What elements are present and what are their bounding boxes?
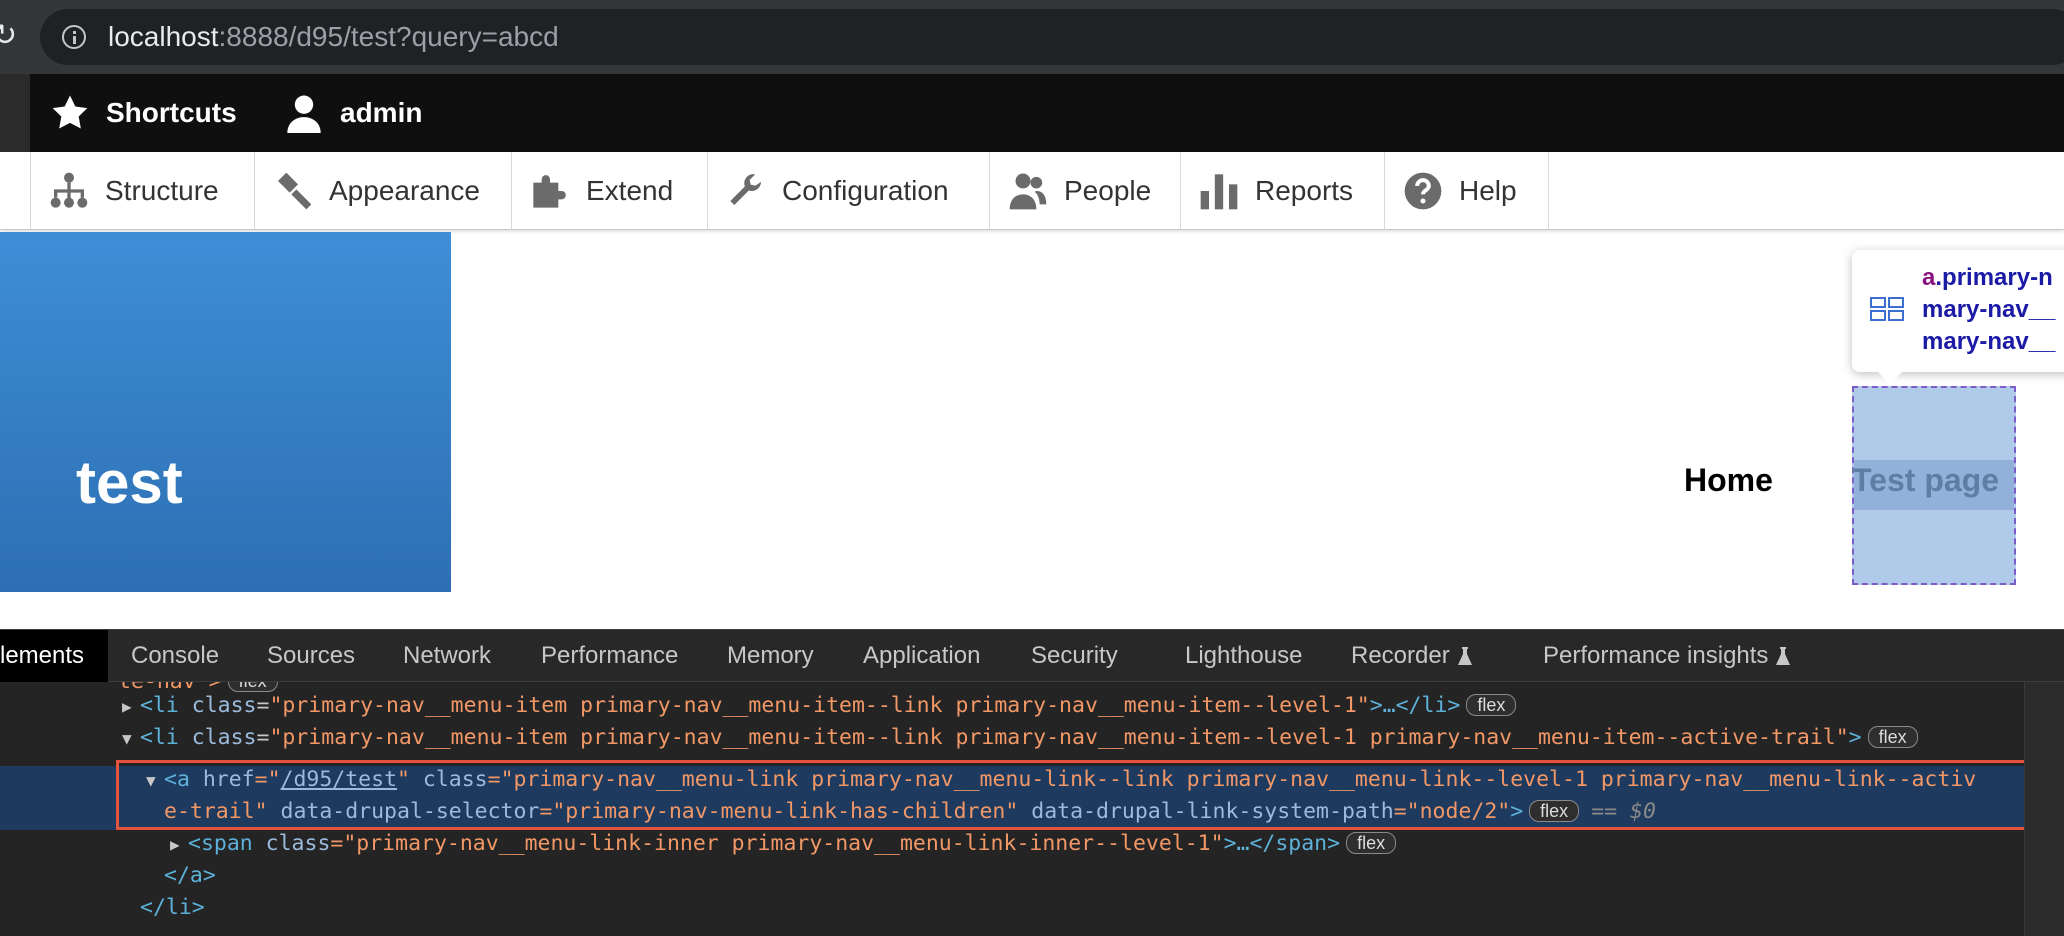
tray-item-extend[interactable]: Extend — [511, 152, 707, 230]
expand-arrow-icon[interactable]: ▶ — [170, 831, 188, 859]
tab-performance-insights[interactable]: Performance insights — [1543, 630, 1791, 682]
site-branding-block: test — [0, 232, 451, 592]
url-omnibox[interactable]: localhost:8888/d95/test?query=abcd — [40, 9, 2064, 65]
tab-console[interactable]: Console — [131, 630, 219, 682]
url-text[interactable]: localhost:8888/d95/test?query=abcd — [108, 22, 559, 52]
tray-label-configuration: Configuration — [782, 175, 949, 206]
scrollbar[interactable] — [2024, 682, 2064, 936]
tray-item-structure[interactable]: Structure — [30, 152, 254, 230]
user-icon — [287, 95, 321, 133]
tray-label-appearance: Appearance — [329, 175, 481, 206]
elements-tree-panel: te-nav">flex ▶<li class="primary-nav__me… — [0, 682, 2064, 936]
structure-icon — [50, 172, 88, 208]
people-icon — [1009, 173, 1047, 210]
tray-item-appearance[interactable]: Appearance — [254, 152, 511, 230]
shortcuts-link[interactable]: Shortcuts — [50, 74, 237, 152]
tooltip-selector-line-3: mary-nav__ — [1922, 328, 2056, 355]
site-name[interactable]: test — [76, 448, 183, 518]
user-label: admin — [340, 97, 423, 128]
tray-item-help[interactable]: Help — [1384, 152, 1548, 230]
tray-label-help: Help — [1459, 175, 1517, 206]
expand-arrow-icon[interactable]: ▶ — [122, 693, 140, 721]
tray-item-configuration[interactable]: Configuration — [707, 152, 989, 230]
tab-sources[interactable]: Sources — [267, 630, 355, 682]
tray-label-people: People — [1064, 175, 1152, 206]
reload-icon[interactable]: ↻ — [0, 16, 17, 56]
dom-node-a-close[interactable]: </a> — [164, 862, 216, 890]
dom-node-li-close[interactable]: </li> — [140, 894, 205, 922]
dom-node-span-inner[interactable]: ▶ <span class="primary-nav__menu-link-inn… — [170, 830, 1397, 859]
manage-tab-edge[interactable] — [0, 74, 30, 152]
tray-item-people[interactable]: People — [989, 152, 1180, 230]
tab-performance-insights-label: Performance insights — [1543, 642, 1769, 669]
devtools-tab-bar: lements Console Sources Network Performa… — [0, 629, 2064, 682]
appearance-icon — [278, 172, 312, 210]
tab-application[interactable]: Application — [863, 630, 980, 682]
user-menu-link[interactable]: admin — [284, 74, 422, 152]
bar-chart-icon — [1200, 174, 1238, 210]
admin-menu-tray: Structure Appearance Extend Configuratio… — [0, 152, 2064, 230]
tab-recorder-label: Recorder — [1351, 642, 1450, 669]
tray-label-reports: Reports — [1255, 175, 1354, 206]
extend-icon — [533, 175, 566, 208]
inspect-tooltip: a.primary-n mary-nav__ mary-nav__ — [1852, 250, 2064, 384]
collapse-arrow-icon[interactable]: ▼ — [122, 725, 140, 753]
star-icon — [52, 95, 88, 129]
flex-badge[interactable]: flex — [1466, 694, 1517, 716]
flex-layout-icon — [1870, 297, 1904, 321]
help-icon — [1404, 172, 1442, 210]
tab-network[interactable]: Network — [403, 630, 491, 682]
admin-toolbar: Shortcuts admin — [0, 74, 2064, 152]
nav-link-home[interactable]: Home — [1684, 462, 1773, 499]
selection-annotation-box — [116, 760, 2034, 830]
tab-lighthouse[interactable]: Lighthouse — [1185, 630, 1302, 682]
shortcuts-label: Shortcuts — [106, 97, 237, 128]
tab-security[interactable]: Security — [1031, 630, 1118, 682]
dom-node-li-active-trail[interactable]: ▼ <li class="primary-nav__menu-item prima… — [122, 724, 1918, 752]
flask-icon — [1457, 647, 1472, 665]
tray-divider — [1548, 152, 1549, 230]
site-info-icon[interactable] — [62, 25, 86, 49]
tab-performance[interactable]: Performance — [541, 630, 678, 682]
nav-link-test-page[interactable]: Test page — [1852, 462, 1999, 499]
flex-badge[interactable]: flex — [227, 682, 278, 692]
tab-elements[interactable]: lements — [0, 630, 109, 682]
wrench-icon — [730, 174, 761, 205]
tray-item-reports[interactable]: Reports — [1180, 152, 1384, 230]
dom-node-li-link[interactable]: ▶ <li class="primary-nav__menu-item prima… — [122, 692, 1517, 721]
tab-recorder[interactable]: Recorder — [1351, 630, 1472, 682]
flex-badge[interactable]: flex — [1346, 832, 1397, 854]
tray-label-structure: Structure — [105, 175, 219, 206]
flex-badge[interactable]: flex — [1867, 726, 1918, 748]
tray-label-extend: Extend — [586, 175, 674, 206]
tooltip-selector-line-2: mary-nav__ — [1922, 296, 2056, 323]
tab-memory[interactable]: Memory — [727, 630, 814, 682]
flask-icon — [1776, 647, 1791, 665]
tooltip-selector-line-1: a.primary-n — [1922, 264, 2053, 291]
browser-address-bar: ↻ localhost:8888/d95/test?query=abcd — [0, 0, 2064, 74]
